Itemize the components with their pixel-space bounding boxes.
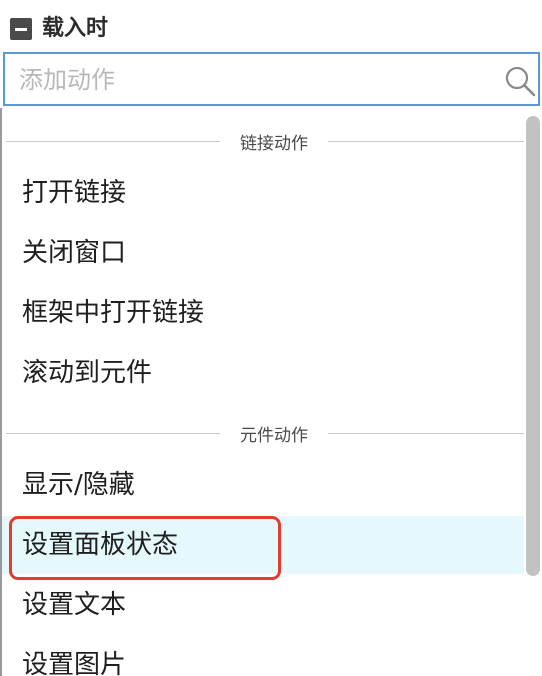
action-item-label: 框架中打开链接	[22, 298, 205, 328]
action-item-open-link[interactable]: 打开链接	[2, 164, 524, 222]
action-item-scroll-to-widget[interactable]: 滚动到元件	[2, 344, 524, 402]
action-item-open-link-in-frame[interactable]: 框架中打开链接	[2, 284, 524, 342]
action-item-close-window[interactable]: 关闭窗口	[2, 224, 524, 282]
event-title: 载入时	[42, 16, 109, 41]
divider-line	[6, 141, 220, 142]
action-item-label: 设置图片	[22, 650, 127, 676]
search-box[interactable]	[3, 52, 540, 106]
section-label: 链接动作	[240, 134, 308, 154]
action-item-set-panel-state[interactable]: 设置面板状态	[2, 516, 524, 574]
scrollbar-track[interactable]	[526, 116, 540, 576]
action-item-label: 显示/隐藏	[22, 470, 135, 500]
divider-line	[328, 433, 524, 434]
section-divider-widget-actions: 元件动作	[6, 418, 524, 448]
minus-bar	[15, 28, 27, 31]
search-icon[interactable]	[503, 64, 537, 98]
divider-line	[6, 433, 220, 434]
action-item-set-text[interactable]: 设置文本	[2, 576, 524, 634]
action-item-label: 滚动到元件	[22, 358, 153, 388]
minus-square-icon[interactable]	[10, 18, 32, 40]
search-input[interactable]	[17, 60, 481, 100]
divider-line	[328, 141, 524, 142]
scrollbar-thumb[interactable]	[526, 116, 540, 576]
event-header: 载入时	[0, 0, 542, 48]
section-label: 元件动作	[240, 426, 308, 446]
section-divider-link-actions: 链接动作	[6, 126, 524, 156]
action-item-show-hide[interactable]: 显示/隐藏	[2, 456, 524, 514]
action-item-set-image[interactable]: 设置图片	[2, 636, 524, 676]
action-item-label: 打开链接	[22, 178, 127, 208]
action-list: 链接动作 打开链接 关闭窗口 框架中打开链接 滚动到元件 元件动作 显示/隐藏 …	[2, 108, 542, 676]
action-item-label: 设置文本	[22, 590, 127, 620]
action-item-label: 设置面板状态	[22, 530, 179, 560]
action-item-label: 关闭窗口	[22, 238, 127, 268]
